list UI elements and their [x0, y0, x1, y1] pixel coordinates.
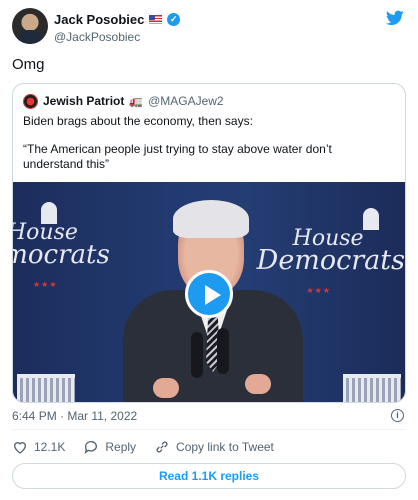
quoted-handle: @MAGAJew2	[148, 94, 224, 108]
quoted-avatar	[23, 93, 38, 109]
quoted-text-line2: “The American people just trying to stay…	[23, 142, 332, 171]
house-democrats-logo-right: House Democrats	[255, 228, 405, 276]
twitter-bird-icon[interactable]	[386, 10, 404, 26]
capitol-dome-right	[363, 208, 379, 230]
author-handle[interactable]: @JackPosobiec	[54, 30, 140, 44]
quoted-text-line1: Biden brags about the economy, then says…	[23, 114, 253, 128]
tweet-embed: Jack Posobiec ✓ @JackPosobiec Omg Jewish…	[0, 0, 418, 500]
reply-button[interactable]: Reply	[83, 439, 136, 455]
logo-left-stars: ★★★	[33, 280, 58, 289]
us-flag-icon	[149, 14, 163, 24]
white-house-right	[343, 374, 401, 402]
copy-link-label: Copy link to Tweet	[176, 440, 274, 454]
tweet-text: Omg	[12, 56, 45, 73]
tweet-timestamp[interactable]: 6:44 PM · Mar 11, 2022	[12, 409, 137, 423]
speaker-hair	[173, 200, 249, 238]
reply-icon	[84, 441, 98, 454]
quoted-tweet[interactable]: Jewish Patriot 🚛 @MAGAJew2 Biden brags a…	[12, 83, 406, 403]
microphone-left	[191, 332, 203, 378]
author-avatar[interactable]	[12, 8, 48, 44]
speaker-hand-left	[153, 378, 179, 398]
microphone-right	[217, 328, 229, 374]
heart-icon	[13, 442, 27, 454]
quoted-header: Jewish Patriot 🚛 @MAGAJew2	[23, 93, 224, 109]
info-icon[interactable]: i	[391, 409, 404, 422]
reply-label: Reply	[105, 440, 137, 454]
author-name[interactable]: Jack Posobiec	[54, 12, 144, 27]
tweet-header: Jack Posobiec ✓ @JackPosobiec	[12, 8, 406, 48]
author-name-row: Jack Posobiec ✓	[54, 11, 181, 27]
like-count: 12.1K	[34, 440, 66, 454]
video-thumbnail[interactable]: House Democrats ★★★ House Democrats ★★★	[13, 182, 405, 402]
play-icon[interactable]	[185, 270, 233, 318]
logo-left-word2: Democrats	[13, 240, 110, 270]
truck-icon: 🚛	[129, 95, 144, 108]
logo-right-stars: ★★★	[306, 286, 331, 295]
divider	[12, 429, 406, 430]
copy-link-button[interactable]: Copy link to Tweet	[154, 439, 274, 455]
verified-icon: ✓	[167, 12, 181, 26]
link-icon	[156, 441, 168, 453]
house-democrats-logo-left: House Democrats	[13, 222, 110, 270]
white-house-left	[17, 374, 75, 402]
quoted-name: Jewish Patriot	[43, 94, 125, 108]
speaker-hand-right	[245, 374, 271, 394]
read-replies-button[interactable]: Read 1.1K replies	[12, 463, 406, 489]
logo-right-word2: Democrats	[256, 245, 405, 276]
action-bar: 12.1K Reply Copy link to Tweet	[12, 437, 292, 457]
like-button[interactable]: 12.1K	[12, 439, 65, 455]
